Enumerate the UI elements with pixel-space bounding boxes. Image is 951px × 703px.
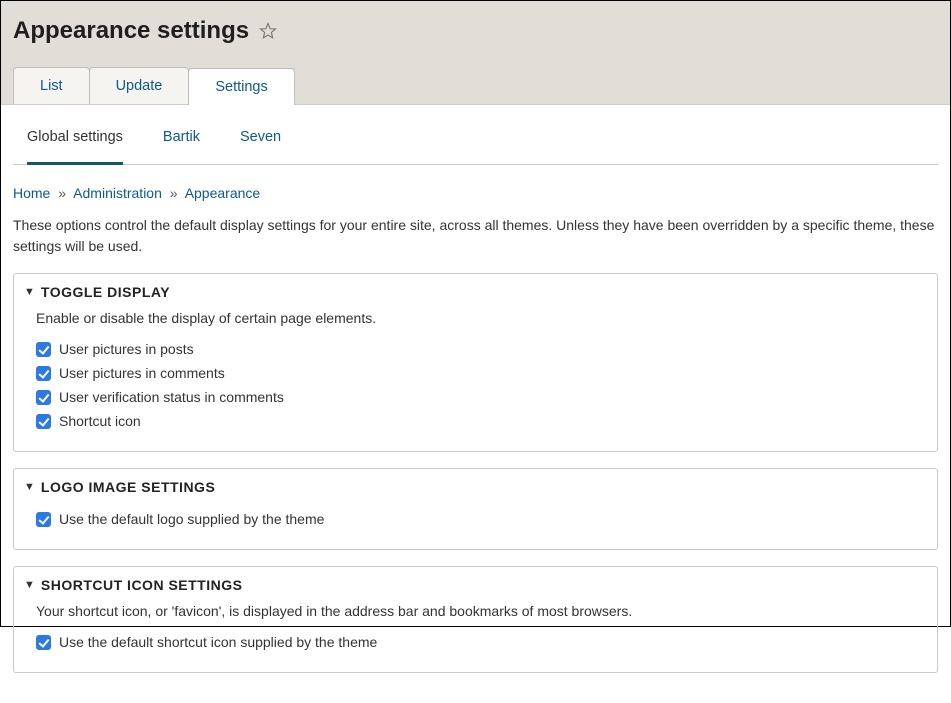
breadcrumb: Home » Administration » Appearance bbox=[13, 179, 938, 215]
disclosure-icon: ▼ bbox=[24, 481, 35, 493]
panel-header-logo[interactable]: ▼ LOGO IMAGE SETTINGS bbox=[14, 469, 937, 503]
checkbox-user-pictures-posts[interactable] bbox=[36, 342, 51, 357]
checkbox-label[interactable]: Use the default shortcut icon supplied b… bbox=[59, 634, 377, 650]
panel-toggle-display: ▼ TOGGLE DISPLAY Enable or disable the d… bbox=[13, 273, 938, 452]
checkbox-user-pictures-comments[interactable] bbox=[36, 366, 51, 381]
header-area: Appearance settings List Update Settings bbox=[1, 1, 950, 105]
subtab-global[interactable]: Global settings bbox=[27, 129, 123, 165]
star-icon[interactable] bbox=[259, 22, 277, 40]
checkbox-label[interactable]: Shortcut icon bbox=[59, 413, 141, 429]
disclosure-icon: ▼ bbox=[24, 579, 35, 591]
intro-text: These options control the default displa… bbox=[13, 215, 938, 257]
checkbox-label[interactable]: Use the default logo supplied by the the… bbox=[59, 511, 324, 527]
subtab-bartik[interactable]: Bartik bbox=[163, 129, 200, 154]
checkbox-label[interactable]: User verification status in comments bbox=[59, 389, 284, 405]
tab-update[interactable]: Update bbox=[89, 67, 190, 104]
panel-desc: Your shortcut icon, or 'favicon', is dis… bbox=[36, 601, 919, 622]
subtab-seven[interactable]: Seven bbox=[240, 129, 281, 154]
breadcrumb-appearance[interactable]: Appearance bbox=[185, 185, 261, 201]
breadcrumb-sep: » bbox=[54, 185, 70, 201]
page-title: Appearance settings bbox=[13, 17, 249, 45]
panel-title: SHORTCUT ICON SETTINGS bbox=[41, 577, 243, 593]
primary-tabs: List Update Settings bbox=[13, 67, 938, 104]
checkbox-default-shortcut[interactable] bbox=[36, 635, 51, 650]
checkbox-default-logo[interactable] bbox=[36, 512, 51, 527]
tab-settings[interactable]: Settings bbox=[188, 68, 294, 105]
checkbox-label[interactable]: User pictures in posts bbox=[59, 341, 194, 357]
disclosure-icon: ▼ bbox=[24, 286, 35, 298]
breadcrumb-admin[interactable]: Administration bbox=[73, 185, 162, 201]
panel-header-toggle[interactable]: ▼ TOGGLE DISPLAY bbox=[14, 274, 937, 308]
panel-title: TOGGLE DISPLAY bbox=[41, 284, 170, 300]
breadcrumb-home[interactable]: Home bbox=[13, 185, 50, 201]
tab-list[interactable]: List bbox=[13, 67, 90, 104]
checkbox-shortcut-icon[interactable] bbox=[36, 414, 51, 429]
breadcrumb-sep: » bbox=[166, 185, 182, 201]
panel-header-shortcut[interactable]: ▼ SHORTCUT ICON SETTINGS bbox=[14, 567, 937, 601]
secondary-tabs: Global settings Bartik Seven bbox=[13, 115, 938, 165]
panel-title: LOGO IMAGE SETTINGS bbox=[41, 479, 215, 495]
panel-logo-settings: ▼ LOGO IMAGE SETTINGS Use the default lo… bbox=[13, 468, 938, 550]
panel-desc: Enable or disable the display of certain… bbox=[36, 308, 919, 329]
panel-shortcut-settings: ▼ SHORTCUT ICON SETTINGS Your shortcut i… bbox=[13, 566, 938, 673]
checkbox-label[interactable]: User pictures in comments bbox=[59, 365, 225, 381]
checkbox-user-verification[interactable] bbox=[36, 390, 51, 405]
